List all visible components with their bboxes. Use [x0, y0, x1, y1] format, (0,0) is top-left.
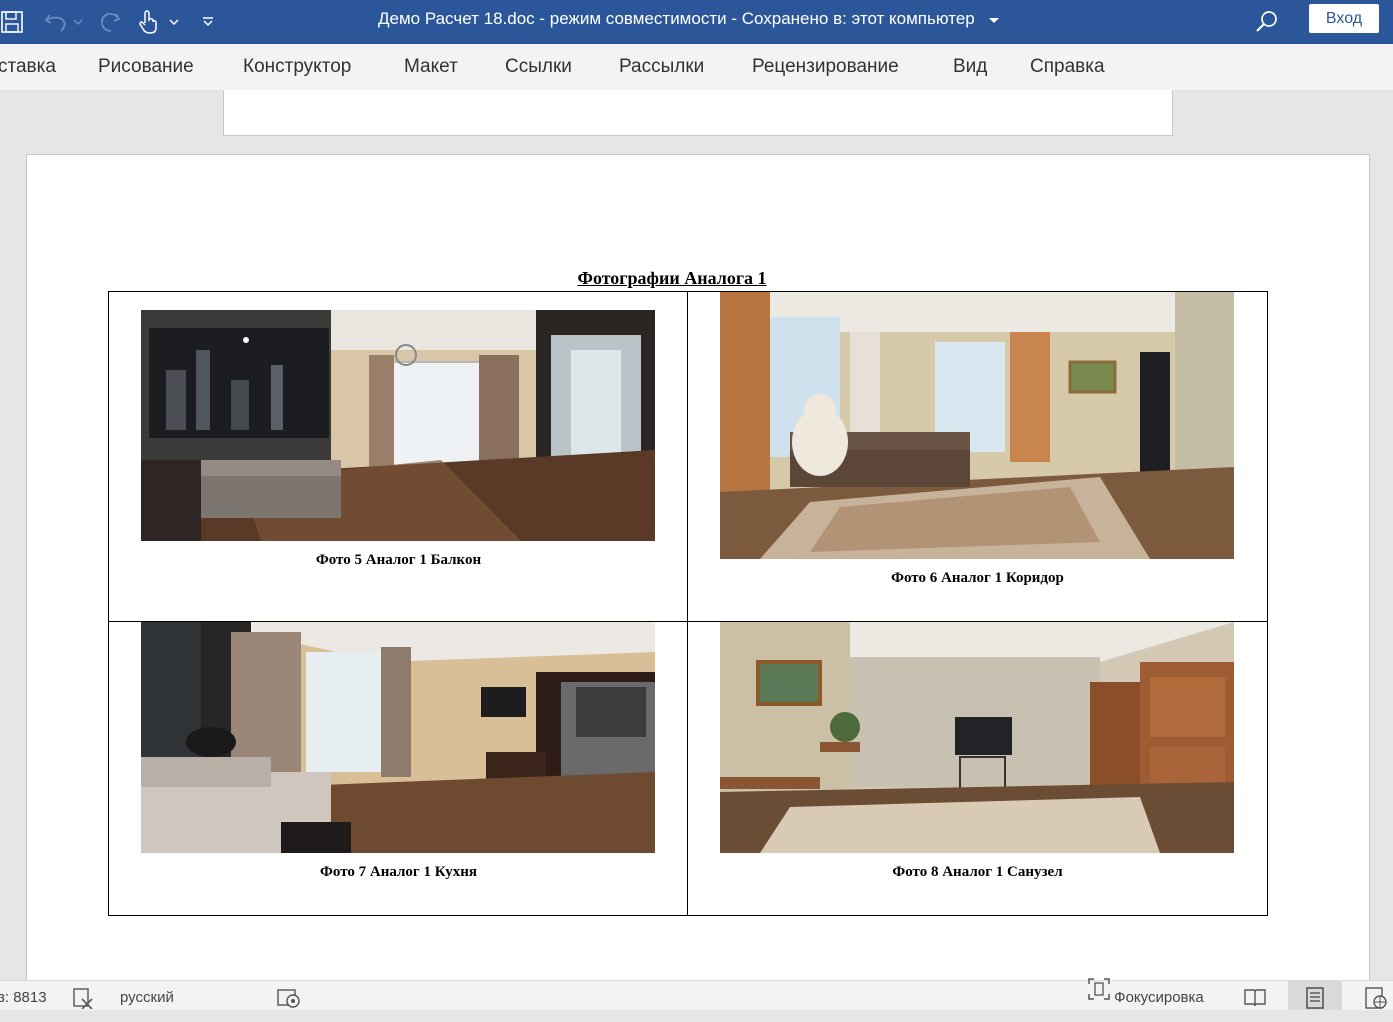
photo-table[interactable]: Фото 5 Аналог 1 Балкон Фото 6 Аналог 1 К…	[108, 291, 1268, 916]
touch-mode-icon[interactable]	[134, 0, 162, 44]
document-page[interactable]: Фотографии Аналога 1 Фото 5 Аналог 1 Бал…	[26, 154, 1370, 981]
photo-caption: Фото 7 Аналог 1 Кухня	[320, 864, 477, 880]
title-dropdown-icon[interactable]	[988, 1, 1000, 39]
photo-caption: Фото 6 Аналог 1 Коридор	[891, 570, 1064, 586]
photo-caption: Фото 8 Аналог 1 Санузел	[892, 864, 1063, 880]
tab-help[interactable]: Справка	[1030, 44, 1105, 90]
table-divider-vertical	[687, 292, 688, 915]
tab-mailings[interactable]: Рассылки	[619, 44, 704, 90]
read-mode-icon[interactable]	[1243, 981, 1267, 1010]
title-bar: Демо Расчет 18.doc - режим совместимости…	[0, 0, 1393, 44]
focus-icon	[1088, 977, 1110, 1013]
photo-caption: Фото 5 Аналог 1 Балкон	[315, 552, 482, 568]
tab-references[interactable]: Ссылки	[505, 44, 572, 90]
redo-icon[interactable]	[94, 0, 126, 44]
undo-icon[interactable]	[40, 0, 72, 44]
word-count[interactable]: з: 8813	[0, 981, 47, 1010]
photo-living-room-3[interactable]	[141, 622, 655, 853]
undo-dropdown-icon[interactable]	[72, 0, 84, 44]
document-title-text: Демо Расчет 18.doc - режим совместимости…	[378, 9, 975, 28]
accessibility-icon[interactable]	[277, 981, 301, 1010]
photo-living-room-2[interactable]	[720, 292, 1234, 559]
language-indicator[interactable]: русский	[120, 981, 174, 1010]
web-layout-icon[interactable]	[1365, 981, 1387, 1010]
proofing-icon[interactable]	[72, 981, 94, 1010]
tab-insert[interactable]: ставка	[0, 44, 56, 90]
customize-qat-icon[interactable]	[198, 0, 218, 44]
ribbon-tabs: ставка Рисование Конструктор Макет Ссылк…	[0, 44, 1393, 91]
print-layout-icon[interactable]	[1305, 981, 1325, 1010]
tab-layout[interactable]: Макет	[404, 44, 458, 90]
tab-draw[interactable]: Рисование	[98, 44, 194, 90]
search-icon[interactable]	[1254, 0, 1280, 44]
photo-living-room-4[interactable]	[720, 622, 1234, 853]
previous-page-bottom[interactable]	[223, 90, 1173, 136]
tab-review[interactable]: Рецензирование	[752, 44, 899, 90]
window-title[interactable]: Демо Расчет 18.doc - режим совместимости…	[378, 0, 1000, 40]
tab-design[interactable]: Конструктор	[243, 44, 351, 90]
focus-label: Фокусировка	[1114, 989, 1204, 1006]
save-icon[interactable]	[0, 0, 26, 44]
tab-view[interactable]: Вид	[953, 44, 987, 90]
photos-heading: Фотографии Аналога 1	[577, 268, 767, 288]
focus-mode-button[interactable]: Фокусировка	[1088, 977, 1204, 1013]
photo-living-room-1[interactable]	[141, 310, 655, 541]
status-bar: з: 8813 русский Фокусировка	[0, 977, 1393, 1013]
touch-dropdown-icon[interactable]	[166, 0, 182, 44]
login-button[interactable]: Вход	[1309, 4, 1379, 33]
